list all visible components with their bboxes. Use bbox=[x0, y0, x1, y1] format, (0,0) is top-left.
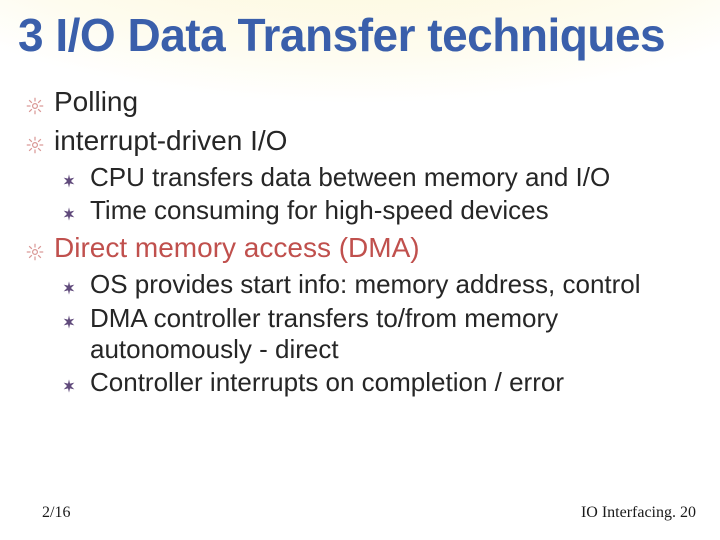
bullet-interrupt-driven: interrupt-driven I/O bbox=[20, 123, 690, 158]
subbullet-os-start-info: OS provides start info: memory address, … bbox=[20, 269, 690, 300]
bullet-text: OS provides start info: memory address, … bbox=[90, 269, 641, 299]
sunburst-filled-icon bbox=[58, 369, 80, 400]
bullet-text: Time consuming for high-speed devices bbox=[90, 195, 549, 225]
footer-page: IO Interfacing. 20 bbox=[581, 504, 696, 522]
sunburst-icon bbox=[24, 232, 46, 267]
bullet-text: CPU transfers data between memory and I/… bbox=[90, 162, 610, 192]
bullet-dma: Direct memory access (DMA) bbox=[20, 230, 690, 265]
slide-body: Polling interrupt-driven I/O CPU transfe… bbox=[20, 80, 690, 400]
sunburst-icon bbox=[24, 125, 46, 160]
bullet-text: interrupt-driven I/O bbox=[54, 125, 287, 156]
sunburst-filled-icon bbox=[58, 164, 80, 195]
sunburst-filled-icon bbox=[58, 271, 80, 302]
slide-title: 3 I/O Data Transfer techniques bbox=[18, 8, 702, 62]
sunburst-filled-icon bbox=[58, 305, 80, 336]
bullet-text: Polling bbox=[54, 86, 138, 117]
subbullet-cpu-transfers: CPU transfers data between memory and I/… bbox=[20, 162, 690, 193]
bullet-text: DMA controller transfers to/from memory … bbox=[90, 303, 558, 364]
subbullet-controller-interrupts: Controller interrupts on completion / er… bbox=[20, 367, 690, 398]
slide: 3 I/O Data Transfer techniques Polling bbox=[0, 0, 720, 540]
bullet-polling: Polling bbox=[20, 84, 690, 119]
bullet-text: Controller interrupts on completion / er… bbox=[90, 367, 564, 397]
footer-date: 2/16 bbox=[42, 504, 70, 522]
bullet-text: Direct memory access (DMA) bbox=[54, 232, 420, 263]
sunburst-filled-icon bbox=[58, 197, 80, 228]
sunburst-icon bbox=[24, 86, 46, 121]
subbullet-time-consuming: Time consuming for high-speed devices bbox=[20, 195, 690, 226]
subbullet-dma-autonomous: DMA controller transfers to/from memory … bbox=[20, 303, 690, 365]
